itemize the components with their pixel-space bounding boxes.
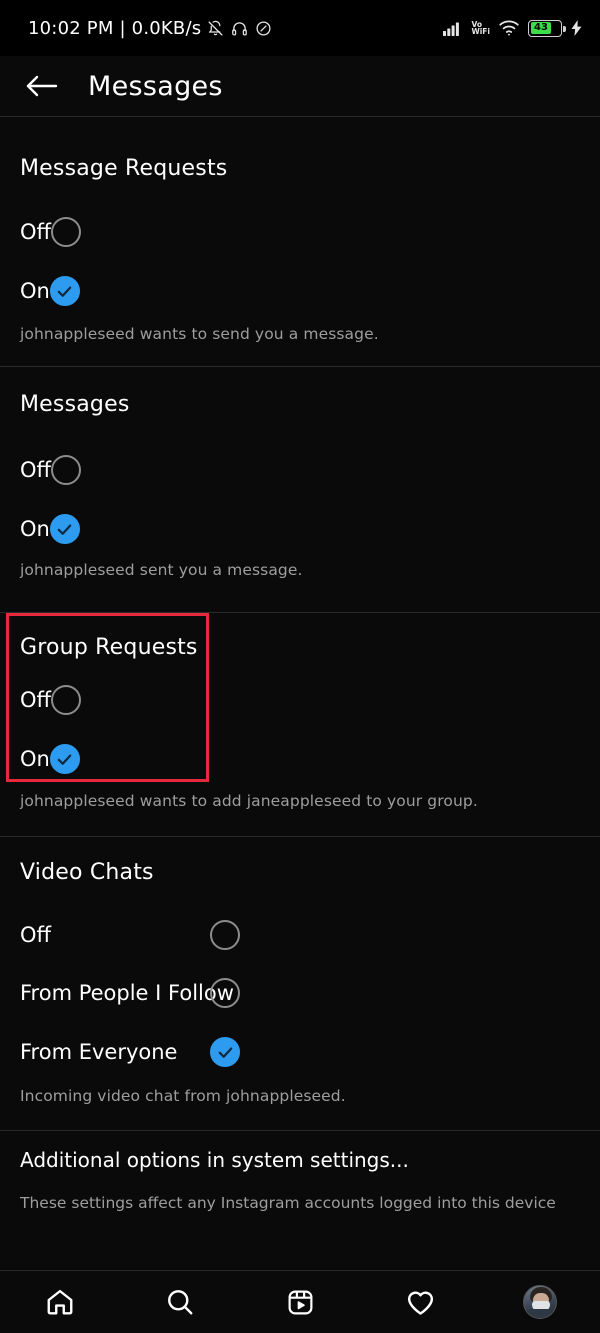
option-row-on[interactable]: On bbox=[20, 276, 80, 306]
option-label: From Everyone bbox=[20, 1040, 178, 1064]
radio-off[interactable] bbox=[210, 920, 240, 950]
status-bar-left: 10:02 PM | 0.0KB/s bbox=[28, 18, 272, 39]
option-row-on[interactable]: On bbox=[20, 514, 80, 544]
section-message-requests: Message Requests Off On johnappleseed wa… bbox=[0, 116, 600, 355]
volte-wifi-icon: Vo WiFi bbox=[471, 20, 490, 36]
section-caption: johnappleseed sent you a message. bbox=[20, 561, 303, 579]
nav-item-profile[interactable] bbox=[510, 1277, 570, 1327]
additional-options-subtitle: These settings affect any Instagram acco… bbox=[20, 1194, 556, 1212]
page-header: Messages bbox=[0, 56, 600, 116]
bell-muted-icon bbox=[207, 20, 224, 37]
section-title: Message Requests bbox=[20, 156, 228, 181]
volte-label-bottom: WiFi bbox=[471, 27, 490, 36]
status-bar-left-icons bbox=[207, 20, 272, 37]
section-caption: johnappleseed wants to add janeappleseed… bbox=[20, 792, 478, 810]
nav-item-search[interactable] bbox=[150, 1277, 210, 1327]
search-icon bbox=[165, 1287, 195, 1317]
nav-item-activity[interactable] bbox=[390, 1277, 450, 1327]
section-divider-4 bbox=[0, 1130, 600, 1131]
cellular-signal-icon bbox=[443, 21, 462, 36]
status-bar: 10:02 PM | 0.0KB/s Vo WiFi 43 bbox=[0, 0, 600, 56]
wifi-icon bbox=[499, 20, 519, 36]
option-row-from-everyone[interactable]: From Everyone bbox=[20, 1037, 240, 1067]
option-label: Off bbox=[20, 458, 51, 482]
radio-off[interactable] bbox=[51, 685, 81, 715]
battery-icon: 43 bbox=[528, 19, 566, 37]
dnd-icon bbox=[255, 20, 272, 37]
heart-icon bbox=[405, 1287, 436, 1318]
option-label: Off bbox=[20, 923, 51, 947]
section-caption: Incoming video chat from johnappleseed. bbox=[20, 1087, 346, 1105]
arrow-left-icon bbox=[25, 73, 59, 99]
radio-off[interactable] bbox=[51, 455, 81, 485]
status-bar-clock: 10:02 PM | 0.0KB/s bbox=[28, 17, 202, 39]
section-video-chats: Video Chats Off From People I Follow Fro… bbox=[0, 836, 600, 1130]
option-row-off[interactable]: Off bbox=[20, 455, 81, 485]
option-label: From People I Follow bbox=[20, 981, 234, 1005]
option-row-off[interactable]: Off bbox=[20, 920, 240, 950]
radio-from-people-i-follow[interactable] bbox=[210, 978, 240, 1008]
status-bar-right: Vo WiFi 43 bbox=[443, 19, 582, 37]
option-label: On bbox=[20, 279, 50, 303]
radio-from-everyone[interactable] bbox=[210, 1037, 240, 1067]
option-row-from-people-i-follow[interactable]: From People I Follow bbox=[20, 978, 240, 1008]
option-label: Off bbox=[20, 220, 51, 244]
bottom-navigation-bar bbox=[0, 1270, 600, 1333]
back-button[interactable] bbox=[22, 66, 62, 106]
option-label: On bbox=[20, 517, 50, 541]
nav-item-home[interactable] bbox=[30, 1277, 90, 1327]
option-row-off[interactable]: Off bbox=[20, 217, 81, 247]
radio-off[interactable] bbox=[51, 217, 81, 247]
section-title: Messages bbox=[20, 392, 130, 417]
section-title: Video Chats bbox=[20, 860, 154, 885]
radio-on[interactable] bbox=[49, 744, 80, 774]
option-label: On bbox=[20, 747, 50, 771]
section-group-requests: Group Requests Off On johnappleseed want… bbox=[0, 612, 600, 835]
section-title: Group Requests bbox=[20, 635, 198, 660]
section-caption: johnappleseed wants to send you a messag… bbox=[20, 325, 379, 343]
section-messages: Messages Off On johnappleseed sent you a… bbox=[0, 366, 600, 612]
battery-percent-label: 43 bbox=[534, 22, 548, 33]
option-row-off[interactable]: Off bbox=[20, 685, 81, 715]
home-icon bbox=[45, 1287, 75, 1317]
profile-avatar bbox=[523, 1285, 557, 1319]
option-label: Off bbox=[20, 688, 51, 712]
radio-on[interactable] bbox=[49, 276, 80, 306]
page-title: Messages bbox=[88, 70, 223, 102]
headphones-icon bbox=[231, 20, 248, 37]
radio-on[interactable] bbox=[49, 514, 80, 544]
charging-bolt-icon bbox=[571, 20, 582, 36]
option-row-on[interactable]: On bbox=[20, 744, 80, 774]
nav-item-reels[interactable] bbox=[270, 1277, 330, 1327]
additional-options-link[interactable]: Additional options in system settings... bbox=[20, 1148, 409, 1172]
reels-icon bbox=[286, 1288, 315, 1317]
instagram-messages-notification-settings-screen: 10:02 PM | 0.0KB/s Vo WiFi 43 Messages M… bbox=[0, 0, 600, 1333]
